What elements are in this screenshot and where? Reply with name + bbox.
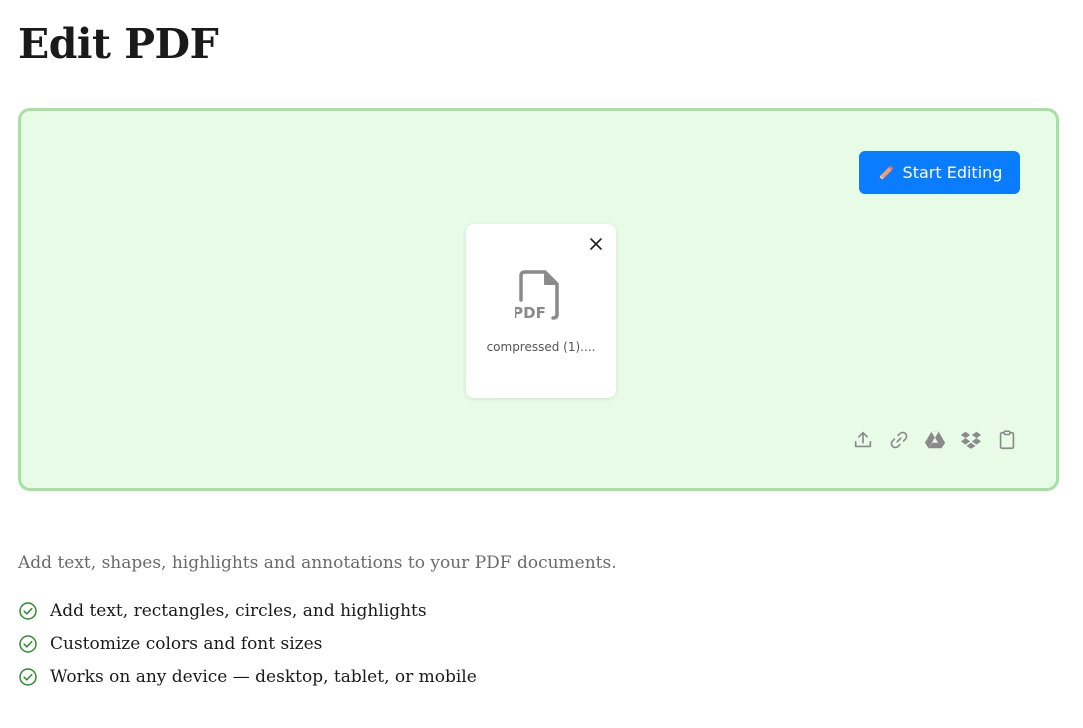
upload-sources bbox=[852, 429, 1018, 451]
feature-text: Works on any device — desktop, tablet, o… bbox=[50, 666, 477, 687]
check-circle-icon bbox=[19, 634, 37, 653]
dropbox-icon[interactable] bbox=[960, 429, 982, 451]
close-icon[interactable] bbox=[588, 236, 604, 252]
check-circle-icon bbox=[19, 667, 37, 686]
pdf-icon-label: PDF bbox=[515, 304, 546, 322]
feature-text: Customize colors and font sizes bbox=[50, 633, 323, 654]
file-card: PDF compressed (1).... bbox=[466, 224, 616, 398]
feature-item: Customize colors and font sizes bbox=[18, 627, 477, 660]
pencil-icon bbox=[878, 165, 894, 180]
pdf-file-icon: PDF bbox=[515, 270, 559, 322]
feature-list: Add text, rectangles, circles, and highl… bbox=[18, 594, 477, 693]
feature-item: Add text, rectangles, circles, and highl… bbox=[18, 594, 477, 627]
file-name: compressed (1).... bbox=[486, 340, 596, 354]
file-dropzone[interactable]: Start Editing PDF compressed (1).... bbox=[18, 108, 1059, 491]
start-editing-label: Start Editing bbox=[902, 163, 1003, 182]
page-description: Add text, shapes, highlights and annotat… bbox=[18, 553, 617, 573]
clipboard-icon[interactable] bbox=[996, 429, 1018, 451]
page-title: Edit PDF bbox=[18, 20, 219, 68]
feature-item: Works on any device — desktop, tablet, o… bbox=[18, 660, 477, 693]
google-drive-icon[interactable] bbox=[924, 429, 946, 451]
link-icon[interactable] bbox=[888, 429, 910, 451]
upload-icon[interactable] bbox=[852, 429, 874, 451]
check-circle-icon bbox=[19, 601, 37, 620]
start-editing-button[interactable]: Start Editing bbox=[859, 151, 1020, 194]
feature-text: Add text, rectangles, circles, and highl… bbox=[50, 600, 427, 621]
